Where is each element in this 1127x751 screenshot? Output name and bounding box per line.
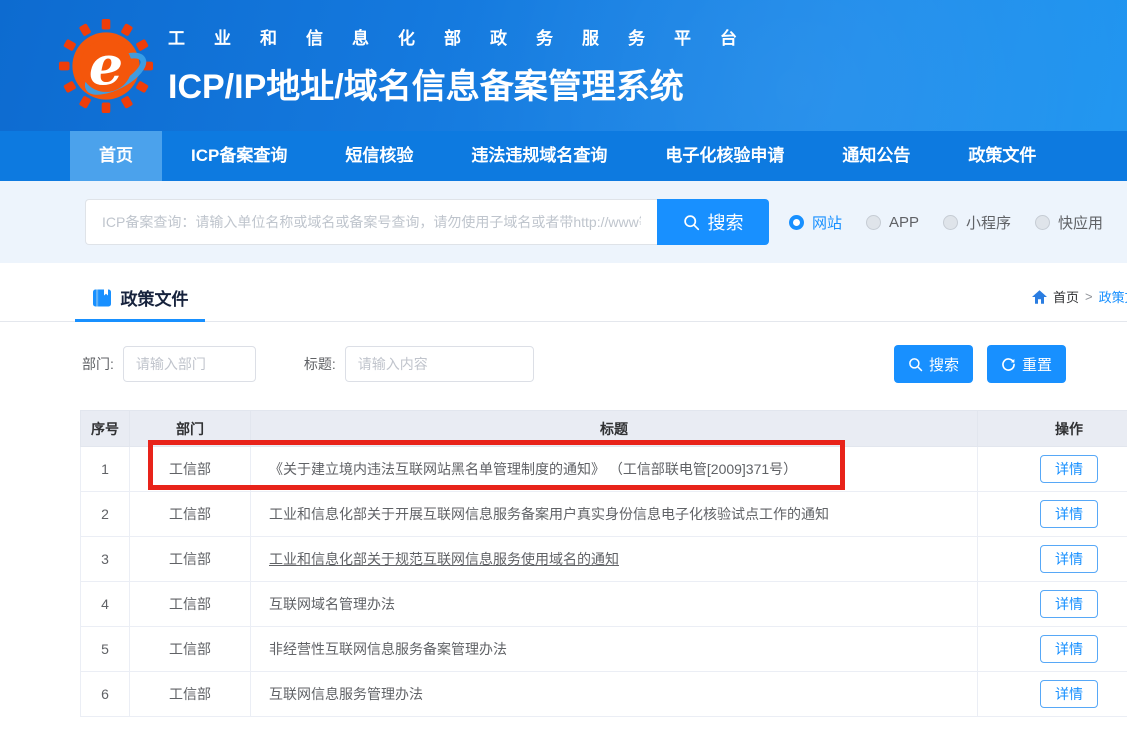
policy-title-link[interactable]: 互联网信息服务管理办法 xyxy=(269,686,423,702)
search-icon xyxy=(908,357,923,372)
radio-icon xyxy=(866,215,881,230)
detail-button[interactable]: 详情 xyxy=(1040,455,1098,483)
table-row: 5 工信部 非经营性互联网信息服务备案管理办法 详情 xyxy=(81,627,1127,672)
scope-label: 网站 xyxy=(812,212,842,233)
row-number: 4 xyxy=(81,582,130,627)
site-header: e 工业和信息化部政务服务平台 ICP/IP地址/域名信息备案管理系统 xyxy=(0,0,1127,131)
row-number: 1 xyxy=(81,447,130,492)
filter-search-label: 搜索 xyxy=(929,354,959,375)
row-number: 5 xyxy=(81,627,130,672)
nav-item-illegal-domain-query[interactable]: 违法违规域名查询 xyxy=(442,131,636,181)
scope-radio-quickapp[interactable]: 快应用 xyxy=(1035,212,1103,233)
scope-label: APP xyxy=(889,214,919,231)
home-icon xyxy=(1032,290,1047,304)
row-number: 6 xyxy=(81,672,130,717)
policy-title-link[interactable]: 《关于建立境内违法互联网站黑名单管理制度的通知》 （工信部联电管[2009]37… xyxy=(269,461,797,477)
row-title: 互联网域名管理办法 xyxy=(251,582,978,627)
scope-radio-app[interactable]: APP xyxy=(866,214,919,231)
nav-item-electronic-verify[interactable]: 电子化核验申请 xyxy=(636,131,813,181)
row-title: 互联网信息服务管理办法 xyxy=(251,672,978,717)
row-dept: 工信部 xyxy=(130,492,251,537)
dept-filter-input[interactable] xyxy=(123,346,256,382)
detail-button[interactable]: 详情 xyxy=(1040,635,1098,663)
breadcrumb-current-link[interactable]: 政策文件 xyxy=(1099,287,1127,306)
scope-radio-website[interactable]: 网站 xyxy=(789,212,842,233)
filter-reset-label: 重置 xyxy=(1022,354,1052,375)
row-dept: 工信部 xyxy=(130,672,251,717)
title-filter-label: 标题: xyxy=(304,354,336,374)
content-area: 政策文件 首页 > 政策文件 部门: 标题: 搜索 xyxy=(0,263,1127,717)
row-dept: 工信部 xyxy=(130,447,251,492)
row-title: 工业和信息化部关于开展互联网信息服务备案用户真实身份信息电子化核验试点工作的通知 xyxy=(251,492,978,537)
miit-gear-logo-icon: e xyxy=(58,18,154,114)
policy-title-link[interactable]: 工业和信息化部关于开展互联网信息服务备案用户真实身份信息电子化核验试点工作的通知 xyxy=(269,506,829,522)
section-title: 政策文件 xyxy=(121,285,189,310)
filter-row: 部门: 标题: 搜索 重置 xyxy=(0,345,1127,383)
row-dept: 工信部 xyxy=(130,627,251,672)
col-header-op: 操作 xyxy=(978,411,1127,447)
breadcrumb-home-link[interactable]: 首页 xyxy=(1053,287,1079,306)
search-scope-group: 网站 APP 小程序 快应用 xyxy=(789,212,1127,233)
icp-search-input[interactable] xyxy=(85,199,657,245)
table-row: 2 工信部 工业和信息化部关于开展互联网信息服务备案用户真实身份信息电子化核验试… xyxy=(81,492,1127,537)
detail-button[interactable]: 详情 xyxy=(1040,590,1098,618)
search-icon xyxy=(683,214,700,231)
detail-button[interactable]: 详情 xyxy=(1040,545,1098,573)
tab-policy-files[interactable]: 政策文件 xyxy=(75,276,205,322)
dept-filter-label: 部门: xyxy=(82,354,114,374)
row-number: 3 xyxy=(81,537,130,582)
radio-icon xyxy=(943,215,958,230)
table-row: 1 工信部 《关于建立境内违法互联网站黑名单管理制度的通知》 （工信部联电管[2… xyxy=(81,447,1127,492)
svg-text:e: e xyxy=(89,34,123,97)
book-icon xyxy=(92,288,112,308)
filter-search-button[interactable]: 搜索 xyxy=(894,345,973,383)
scope-label: 小程序 xyxy=(966,212,1011,233)
radio-icon xyxy=(789,215,804,230)
scope-label: 快应用 xyxy=(1058,212,1103,233)
nav-item-notices[interactable]: 通知公告 xyxy=(813,131,939,181)
row-dept: 工信部 xyxy=(130,537,251,582)
filter-reset-button[interactable]: 重置 xyxy=(987,345,1066,383)
nav-item-sms-verify[interactable]: 短信核验 xyxy=(316,131,442,181)
row-title: 非经营性互联网信息服务备案管理办法 xyxy=(251,627,978,672)
section-tab-row: 政策文件 首页 > 政策文件 xyxy=(0,263,1127,322)
radio-icon xyxy=(1035,215,1050,230)
scope-radio-miniprogram[interactable]: 小程序 xyxy=(943,212,1011,233)
breadcrumb: 首页 > 政策文件 xyxy=(1032,287,1127,306)
nav-item-home[interactable]: 首页 xyxy=(70,131,162,181)
icp-search-button-label: 搜索 xyxy=(708,209,744,235)
row-number: 2 xyxy=(81,492,130,537)
main-nav: 首页 ICP备案查询 短信核验 违法违规域名查询 电子化核验申请 通知公告 政策… xyxy=(0,131,1127,181)
table-row: 6 工信部 互联网信息服务管理办法 详情 xyxy=(81,672,1127,717)
table-row: 3 工信部 工业和信息化部关于规范互联网信息服务使用域名的通知 详情 xyxy=(81,537,1127,582)
table-header-row: 序号 部门 标题 操作 xyxy=(81,411,1127,447)
table-row: 4 工信部 互联网域名管理办法 详情 xyxy=(81,582,1127,627)
col-header-title: 标题 xyxy=(251,411,978,447)
detail-button[interactable]: 详情 xyxy=(1040,500,1098,528)
filter-actions: 搜索 重置 xyxy=(894,345,1066,383)
icp-search-band: 搜索 网站 APP 小程序 快应用 xyxy=(0,181,1127,263)
nav-item-policy-files[interactable]: 政策文件 xyxy=(939,131,1065,181)
icp-search-button[interactable]: 搜索 xyxy=(657,199,769,245)
policy-title-link[interactable]: 工业和信息化部关于规范互联网信息服务使用域名的通知 xyxy=(269,551,619,567)
breadcrumb-separator: > xyxy=(1085,289,1093,304)
row-title: 工业和信息化部关于规范互联网信息服务使用域名的通知 xyxy=(251,537,978,582)
nav-item-icp-query[interactable]: ICP备案查询 xyxy=(162,131,316,181)
col-header-no: 序号 xyxy=(81,411,130,447)
row-title: 《关于建立境内违法互联网站黑名单管理制度的通知》 （工信部联电管[2009]37… xyxy=(251,447,978,492)
refresh-icon xyxy=(1001,357,1016,372)
detail-button[interactable]: 详情 xyxy=(1040,680,1098,708)
policy-title-link[interactable]: 互联网域名管理办法 xyxy=(269,596,395,612)
platform-subtitle: 工业和信息化部政务服务平台 xyxy=(168,24,766,49)
policy-title-link[interactable]: 非经营性互联网信息服务备案管理办法 xyxy=(269,641,507,657)
page-title: ICP/IP地址/域名信息备案管理系统 xyxy=(168,59,766,108)
col-header-dept: 部门 xyxy=(130,411,251,447)
row-dept: 工信部 xyxy=(130,582,251,627)
policy-table: 序号 部门 标题 操作 1 工信部 《关于建立境内违法互联网站黑名单管理制度的通… xyxy=(80,410,1127,717)
title-filter-input[interactable] xyxy=(345,346,534,382)
